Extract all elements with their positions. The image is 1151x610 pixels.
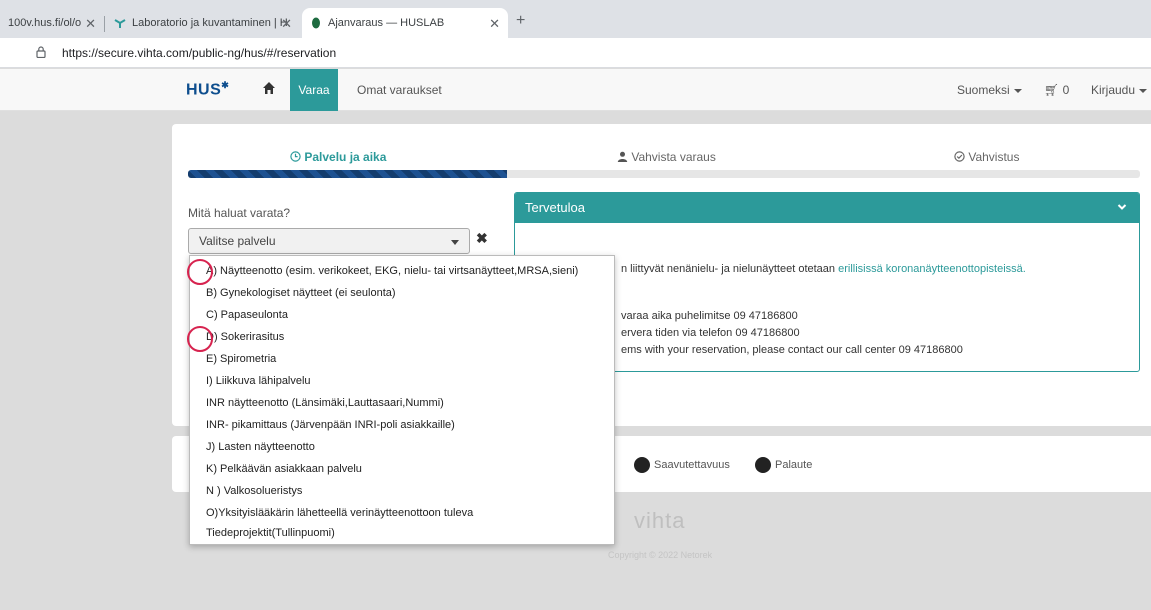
- tab-title: Ajanvaraus — HUSLAB: [328, 17, 445, 29]
- step-confirmation: Vahvistus: [954, 150, 1019, 164]
- progress-bar: [188, 170, 1140, 178]
- dropdown-option[interactable]: J) Lasten näytteenotto: [206, 441, 315, 453]
- chevron-down-icon: [451, 240, 459, 245]
- dropdown-option[interactable]: INR- pikamittaus (Järvenpään INRI-poli a…: [206, 419, 455, 431]
- url-text[interactable]: https://secure.vihta.com/public-ng/hus/#…: [62, 46, 336, 60]
- hus-logo[interactable]: HUS✱: [186, 80, 229, 99]
- check-circle-icon: [954, 151, 965, 162]
- clear-selection-icon[interactable]: ✖: [476, 230, 488, 247]
- language-menu[interactable]: Suomeksi: [957, 83, 1022, 97]
- chevron-down-icon: [1139, 88, 1148, 93]
- tab-title: 100v.hus.fi/ol/o: [8, 17, 82, 29]
- accessibility-link[interactable]: Saavutettavuus: [634, 457, 730, 473]
- accessibility-label: Saavutettavuus: [654, 459, 730, 471]
- cart-button[interactable]: 🛒︎ 0: [1044, 83, 1069, 97]
- login-label: Kirjaudu: [1091, 83, 1136, 97]
- dropdown-option[interactable]: K) Pelkäävän asiakkaan palvelu: [206, 463, 362, 475]
- huslab-favicon-icon: [312, 17, 320, 29]
- dropdown-option[interactable]: I) Liikkuva lähipalvelu: [206, 375, 311, 387]
- dropdown-option[interactable]: B) Gynekologiset näytteet (ei seulonta): [206, 287, 396, 299]
- document-icon: [634, 457, 650, 473]
- address-bar[interactable]: https://secure.vihta.com/public-ng/hus/#…: [0, 38, 1151, 68]
- welcome-text-line: ems with your reservation, please contac…: [621, 344, 963, 356]
- vihta-logo: vihta: [634, 508, 686, 533]
- close-icon[interactable]: ✕: [281, 16, 292, 32]
- feedback-label: Palaute: [775, 459, 813, 471]
- close-icon[interactable]: ✕: [85, 16, 96, 32]
- speech-bubble-icon: [755, 457, 771, 473]
- step-label: Vahvista varaus: [631, 150, 716, 164]
- welcome-text-line: n liittyvät nenänielu- ja nielunäytteet …: [621, 263, 1026, 275]
- login-menu[interactable]: Kirjaudu: [1091, 83, 1148, 97]
- dropdown-option[interactable]: E) Spirometria: [206, 353, 276, 365]
- service-dropdown-list: A) Näytteenotto (esim. verikokeet, EKG, …: [189, 255, 615, 545]
- dropdown-option[interactable]: N ) Valkosolueristys: [206, 485, 302, 497]
- welcome-title: Tervetuloa: [525, 200, 585, 215]
- service-question-label: Mitä haluat varata?: [188, 206, 291, 220]
- dropdown-option[interactable]: D) Sokerirasitus: [206, 331, 284, 343]
- welcome-panel-header[interactable]: Tervetuloa: [515, 193, 1139, 223]
- browser-tab-1[interactable]: 100v.hus.fi/ol/o ✕: [0, 8, 104, 38]
- annotation-circle-option-a: [187, 259, 213, 285]
- user-icon: [617, 151, 628, 162]
- site-navbar: HUS✱ Varaa Omat varaukset Suomeksi 🛒︎ 0 …: [0, 69, 1151, 111]
- browser-tab-strip: 100v.hus.fi/ol/o ✕ Laboratorio ja kuvant…: [0, 0, 1151, 38]
- dropdown-option[interactable]: INR näytteenotto (Länsimäki,Lauttasaari,…: [206, 397, 444, 409]
- progress-bar-fill: [188, 170, 507, 178]
- nav-book[interactable]: Varaa: [290, 69, 338, 111]
- home-icon[interactable]: [262, 81, 276, 95]
- step-confirm-booking: Vahvista varaus: [617, 150, 716, 164]
- clock-icon: [290, 151, 301, 162]
- browser-tab-2[interactable]: Laboratorio ja kuvantaminen | H ✕: [106, 8, 300, 38]
- service-select[interactable]: Valitse palvelu: [188, 228, 470, 254]
- feedback-link[interactable]: Palaute: [755, 457, 812, 473]
- annotation-circle-option-d: [187, 326, 213, 352]
- step-service-time: Palvelu ja aika: [290, 150, 386, 164]
- nav-my-bookings[interactable]: Omat varaukset: [357, 83, 442, 97]
- chevron-down-icon[interactable]: [1117, 202, 1127, 212]
- cart-count: 0: [1062, 83, 1070, 97]
- step-label: Vahvistus: [968, 150, 1020, 164]
- logo-mark-icon: ✱: [221, 80, 230, 90]
- dropdown-option[interactable]: A) Näytteenotto (esim. verikokeet, EKG, …: [206, 265, 578, 277]
- cart-icon: 🛒︎: [1044, 83, 1060, 97]
- tab-title: Laboratorio ja kuvantaminen | H: [132, 17, 288, 29]
- dropdown-option[interactable]: C) Papaseulonta: [206, 309, 288, 321]
- lock-icon: [36, 46, 46, 58]
- language-label: Suomeksi: [957, 83, 1010, 97]
- corona-testing-link[interactable]: erillisissä koronanäytteenottopisteissä.: [838, 263, 1026, 275]
- step-label: Palvelu ja aika: [304, 150, 387, 164]
- chevron-down-icon: [1013, 88, 1022, 93]
- welcome-text-line: varaa aika puhelimitse 09 47186800: [621, 310, 798, 322]
- tab-separator: [104, 16, 105, 32]
- close-icon[interactable]: ✕: [489, 16, 500, 32]
- new-tab-icon[interactable]: +: [516, 12, 525, 30]
- copyright-text: Copyright © 2022 Netorek: [608, 550, 713, 560]
- select-placeholder: Valitse palvelu: [199, 234, 276, 248]
- dropdown-option[interactable]: O)Yksityislääkärin lähetteellä verinäytt…: [206, 507, 473, 519]
- browser-tab-3[interactable]: Ajanvaraus — HUSLAB ✕: [302, 8, 508, 38]
- welcome-text-line: ervera tiden via telefon 09 47186800: [621, 327, 800, 339]
- welcome-text: n liittyvät nenänielu- ja nielunäytteet …: [621, 263, 836, 275]
- hus-favicon-icon: [114, 19, 126, 28]
- dropdown-option[interactable]: Tiedeprojektit(Tullinpuomi): [206, 527, 335, 539]
